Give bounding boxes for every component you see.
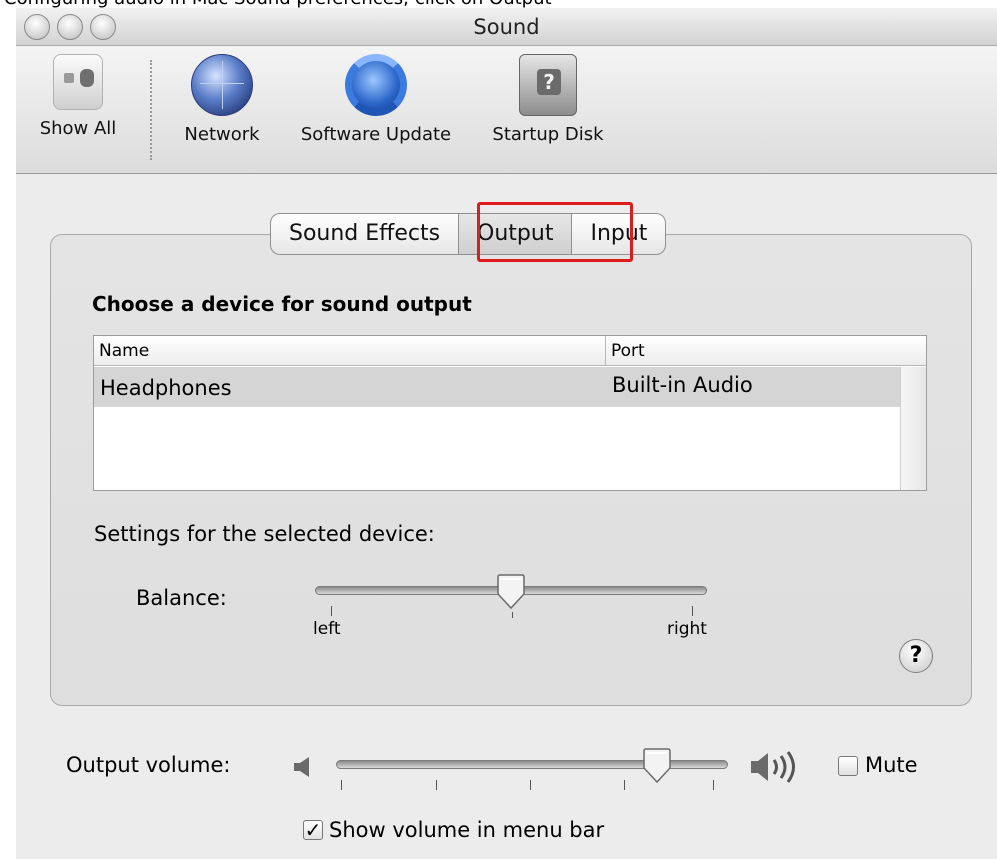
balance-right-label: right bbox=[667, 619, 707, 639]
toolbar-label-software-update: Software Update bbox=[300, 124, 452, 145]
toolbar-label-startup-disk: Startup Disk bbox=[492, 124, 604, 145]
toolbar-software-update[interactable]: Software Update bbox=[286, 54, 466, 145]
table-header: Name Port bbox=[94, 336, 926, 366]
software-update-icon bbox=[345, 54, 407, 116]
table-row[interactable]: Headphones Built-in Audio bbox=[94, 367, 900, 407]
tab-sound-effects[interactable]: Sound Effects bbox=[270, 213, 460, 255]
speaker-low-icon bbox=[291, 754, 317, 784]
tab-output[interactable]: Output bbox=[459, 213, 573, 255]
toolbar: Show All Network Software Update ? Start… bbox=[16, 46, 997, 174]
show-all-icon bbox=[53, 54, 103, 110]
show-volume-checkbox[interactable]: ✓ bbox=[303, 820, 323, 840]
tab-input[interactable]: Input bbox=[572, 213, 667, 255]
table-scrollbar[interactable] bbox=[900, 367, 926, 490]
mute-checkbox[interactable] bbox=[838, 756, 858, 776]
title-bar: Sound bbox=[16, 8, 997, 46]
toolbar-label-network: Network bbox=[184, 124, 260, 145]
column-header-port[interactable]: Port bbox=[611, 341, 645, 361]
instruction-caption: Configuring audio in Mac Sound preferenc… bbox=[0, 0, 997, 8]
toolbar-network[interactable]: Network bbox=[172, 54, 272, 145]
balance-label: Balance: bbox=[136, 586, 227, 610]
show-volume-label: Show volume in menu bar bbox=[329, 818, 605, 842]
volume-tick-3 bbox=[530, 780, 531, 790]
balance-left-label: left bbox=[313, 619, 341, 639]
output-volume-label: Output volume: bbox=[66, 753, 231, 777]
speaker-high-icon bbox=[748, 748, 812, 790]
output-device-table[interactable]: Name Port Headphones Built-in Audio bbox=[93, 335, 927, 491]
toolbar-startup-disk[interactable]: ? Startup Disk bbox=[478, 54, 618, 145]
toolbar-separator bbox=[150, 60, 152, 160]
volume-tick-2 bbox=[436, 780, 437, 790]
volume-slider-thumb[interactable] bbox=[642, 748, 672, 784]
device-name-cell: Headphones bbox=[100, 376, 232, 400]
device-port-cell: Built-in Audio bbox=[612, 373, 753, 397]
startup-disk-icon: ? bbox=[519, 54, 577, 116]
column-header-name[interactable]: Name bbox=[99, 341, 149, 361]
volume-tick-5 bbox=[713, 780, 714, 790]
checkmark-icon: ✓ bbox=[304, 818, 322, 842]
balance-slider-thumb[interactable] bbox=[496, 574, 526, 610]
sound-preferences-window: Sound Show All Network Software Update ? bbox=[16, 8, 997, 859]
volume-tick-4 bbox=[624, 780, 625, 790]
balance-tick-right bbox=[692, 606, 693, 616]
instruction-caption-text: Configuring audio in Mac Sound preferenc… bbox=[4, 0, 552, 8]
section-title: Choose a device for sound output bbox=[92, 292, 472, 316]
volume-tick-1 bbox=[341, 780, 342, 790]
tab-bar: Sound Effects Output Input bbox=[270, 213, 667, 255]
help-button[interactable]: ? bbox=[899, 639, 933, 673]
toolbar-show-all[interactable]: Show All bbox=[28, 54, 128, 139]
balance-tick-left bbox=[331, 606, 332, 616]
network-globe-icon bbox=[191, 54, 253, 116]
balance-tick-center bbox=[512, 612, 513, 618]
mute-label: Mute bbox=[865, 753, 918, 777]
toolbar-label-show-all: Show All bbox=[39, 118, 117, 139]
settings-label: Settings for the selected device: bbox=[94, 522, 435, 546]
window-title: Sound bbox=[473, 15, 540, 39]
